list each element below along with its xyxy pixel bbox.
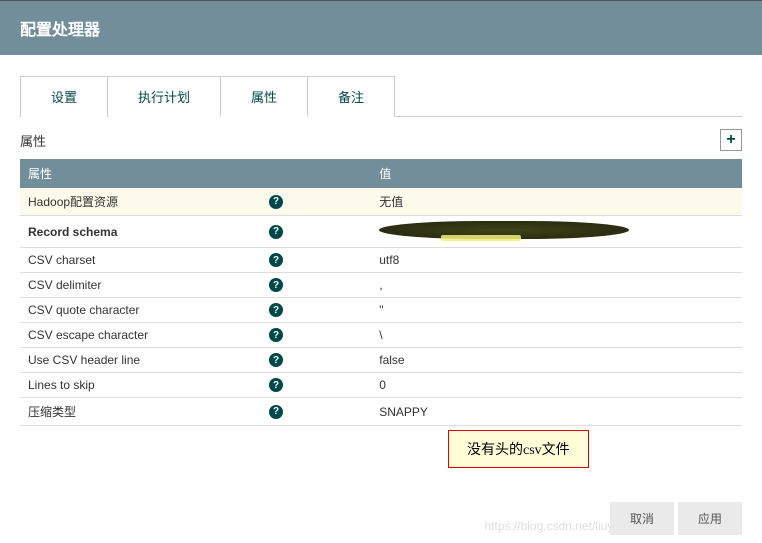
dialog-content: 设置执行计划属性备注 属性 + 属性 值 Hadoop配置资源?无值Record…	[0, 55, 762, 426]
property-name: Lines to skip	[28, 378, 95, 392]
property-name: 压缩类型	[28, 403, 76, 420]
plus-icon: +	[726, 131, 735, 149]
col-header-name: 属性	[20, 159, 371, 188]
property-actions	[721, 188, 742, 216]
help-icon[interactable]: ?	[269, 278, 283, 292]
help-icon[interactable]: ?	[269, 405, 283, 419]
tab-1[interactable]: 执行计划	[107, 76, 221, 117]
apply-button[interactable]: 应用	[678, 502, 742, 535]
property-actions	[721, 273, 742, 298]
property-value[interactable]: SNAPPY	[371, 398, 721, 426]
property-actions	[721, 398, 742, 426]
help-icon[interactable]: ?	[269, 378, 283, 392]
property-value[interactable]	[371, 216, 721, 248]
table-row[interactable]: CSV delimiter?,	[20, 273, 742, 298]
table-header-row: 属性 值	[20, 159, 742, 188]
table-row[interactable]: Hadoop配置资源? 无值	[20, 188, 742, 216]
property-value[interactable]: \	[371, 323, 721, 348]
property-value[interactable]: ,	[371, 273, 721, 298]
dialog-title: 配置处理器	[20, 22, 100, 39]
tab-2[interactable]: 属性	[220, 76, 308, 117]
table-row[interactable]: 压缩类型? SNAPPY	[20, 398, 742, 426]
dialog-footer: 取消 应用	[610, 502, 742, 535]
property-actions	[721, 348, 742, 373]
table-row[interactable]: Lines to skip? 0	[20, 373, 742, 398]
table-row[interactable]: CSV charset? utf8	[20, 248, 742, 273]
help-icon[interactable]: ?	[269, 353, 283, 367]
table-row[interactable]: Use CSV header line? false	[20, 348, 742, 373]
redacted-value	[379, 221, 629, 239]
tab-3[interactable]: 备注	[307, 76, 395, 117]
table-row[interactable]: CSV quote character? "	[20, 298, 742, 323]
help-icon[interactable]: ?	[269, 225, 283, 239]
table-row[interactable]: CSV escape character? \	[20, 323, 742, 348]
property-value[interactable]: "	[371, 298, 721, 323]
section-header-row: 属性 +	[20, 129, 742, 151]
property-name: CSV charset	[28, 253, 95, 267]
property-actions	[721, 216, 742, 248]
add-property-button[interactable]: +	[720, 129, 742, 151]
property-name: Record schema	[28, 225, 117, 239]
col-header-actions	[721, 159, 742, 188]
help-icon[interactable]: ?	[269, 328, 283, 342]
help-icon[interactable]: ?	[269, 195, 283, 209]
property-name: CSV escape character	[28, 328, 148, 342]
property-value[interactable]: 无值	[371, 188, 721, 216]
property-name: Hadoop配置资源	[28, 193, 118, 210]
property-value[interactable]: 0	[371, 373, 721, 398]
annotation-callout: 没有头的csv文件	[448, 430, 589, 468]
tab-0[interactable]: 设置	[20, 76, 108, 117]
property-name: CSV delimiter	[28, 278, 101, 292]
table-body: Hadoop配置资源?无值Record schema?CSV charset?u…	[20, 188, 742, 426]
help-icon[interactable]: ?	[269, 253, 283, 267]
tab-bar: 设置执行计划属性备注	[20, 75, 742, 117]
properties-table: 属性 值 Hadoop配置资源?无值Record schema?CSV char…	[20, 159, 742, 426]
cancel-button[interactable]: 取消	[610, 502, 674, 535]
property-value[interactable]: false	[371, 348, 721, 373]
property-actions	[721, 373, 742, 398]
property-value[interactable]: utf8	[371, 248, 721, 273]
help-icon[interactable]: ?	[269, 303, 283, 317]
table-row[interactable]: Record schema?	[20, 216, 742, 248]
property-actions	[721, 298, 742, 323]
section-title: 属性	[20, 131, 46, 150]
property-name: CSV quote character	[28, 303, 139, 317]
property-name: Use CSV header line	[28, 353, 140, 367]
dialog-header: 配置处理器	[0, 0, 762, 55]
annotation-text: 没有头的csv文件	[467, 443, 570, 458]
property-actions	[721, 248, 742, 273]
property-actions	[721, 323, 742, 348]
col-header-value: 值	[371, 159, 721, 188]
